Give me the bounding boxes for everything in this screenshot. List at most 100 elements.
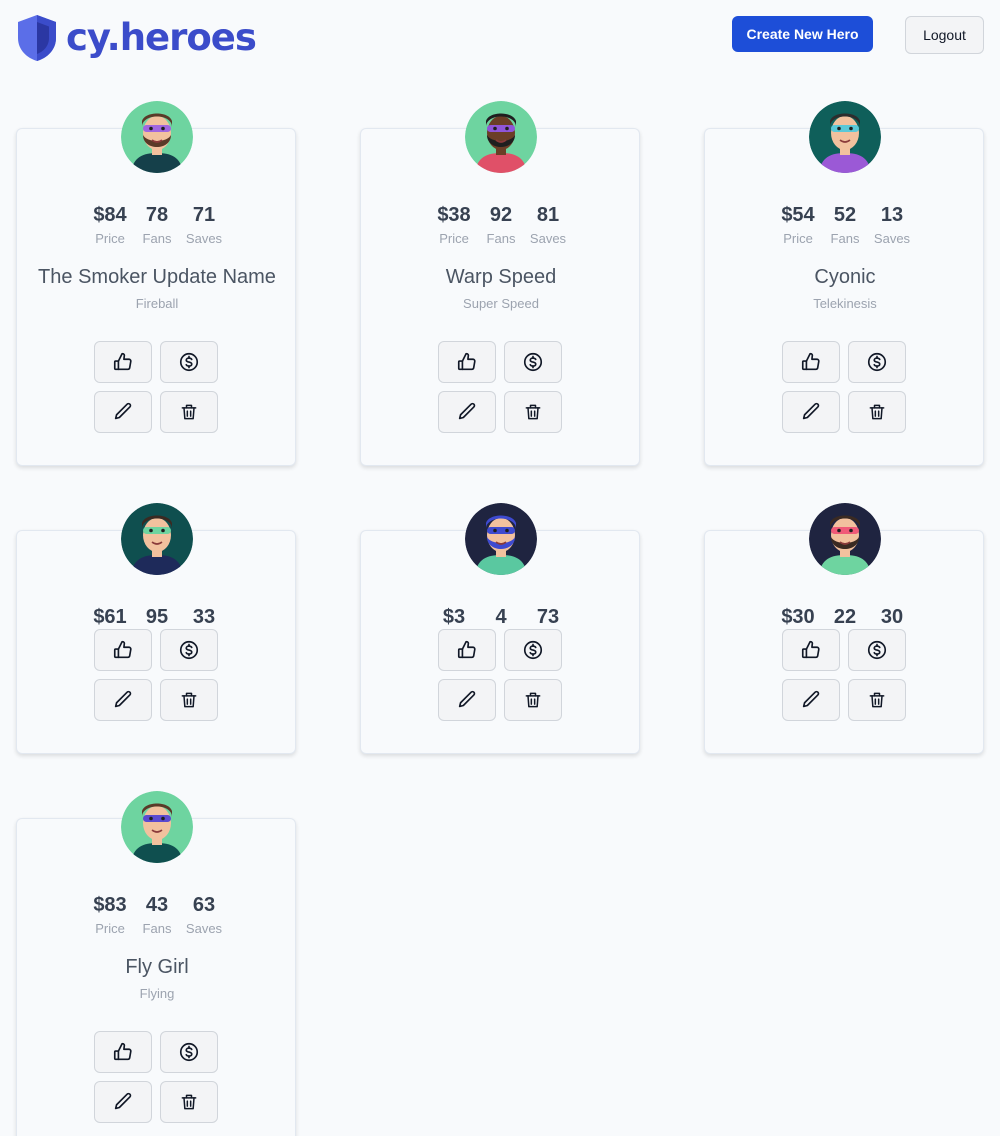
price-stat: $83 Price <box>87 893 134 937</box>
delete-button[interactable] <box>160 679 218 721</box>
hero-card: $3 4 73 <box>360 503 641 754</box>
fans-value: 78 <box>145 204 169 226</box>
hero-power: Fireball <box>135 296 179 311</box>
create-new-hero-button[interactable]: Create New Hero <box>732 16 873 52</box>
saves-value: 71 <box>192 204 216 226</box>
price-stat: $54 Price <box>775 203 822 247</box>
hero-avatar <box>121 101 193 173</box>
header: cy.heroes Create New Hero Logout <box>0 0 1000 80</box>
hero-avatar <box>465 503 537 575</box>
like-button[interactable] <box>438 341 496 383</box>
saves-stat: 81 Saves <box>525 203 572 247</box>
fans-label: Fans <box>486 231 516 246</box>
delete-button[interactable] <box>160 391 218 433</box>
fans-value: 22 <box>833 606 857 628</box>
hero-stats: $61 95 33 <box>17 605 297 629</box>
donate-button[interactable] <box>160 341 218 383</box>
donate-button[interactable] <box>504 629 562 671</box>
price-stat: $84 Price <box>87 203 134 247</box>
price-label: Price <box>95 231 125 246</box>
hero-name: Fly Girl <box>125 956 189 978</box>
delete-button[interactable] <box>504 679 562 721</box>
delete-button[interactable] <box>504 391 562 433</box>
pencil-icon <box>456 401 478 423</box>
hero-stats: $83 Price 43 Fans 63 Saves <box>17 893 297 937</box>
saves-value: 30 <box>880 606 904 628</box>
dollar-icon <box>866 639 888 661</box>
saves-stat: 63 Saves <box>181 893 228 937</box>
price-value: $38 <box>437 204 471 226</box>
thumbs-up-icon <box>112 351 134 373</box>
price-value: $61 <box>93 606 127 628</box>
edit-button[interactable] <box>782 391 840 433</box>
donate-button[interactable] <box>504 341 562 383</box>
like-button[interactable] <box>94 341 152 383</box>
logo[interactable]: cy.heroes <box>16 14 257 62</box>
saves-label: Saves <box>185 231 223 246</box>
donate-button[interactable] <box>160 629 218 671</box>
price-value: $30 <box>781 606 815 628</box>
hero-avatar <box>809 503 881 575</box>
fans-stat: 52 Fans <box>822 203 869 247</box>
hero-name: Warp Speed <box>445 266 557 288</box>
delete-button[interactable] <box>160 1081 218 1123</box>
like-button[interactable] <box>782 341 840 383</box>
fans-value: 4 <box>495 606 507 628</box>
price-label: Price <box>439 231 469 246</box>
like-button[interactable] <box>94 629 152 671</box>
thumbs-up-icon <box>112 639 134 661</box>
saves-stat: 13 Saves <box>869 203 916 247</box>
saves-value: 13 <box>880 204 904 226</box>
donate-button[interactable] <box>160 1031 218 1073</box>
edit-button[interactable] <box>94 679 152 721</box>
pencil-icon <box>456 689 478 711</box>
hero-card: $30 22 30 <box>704 503 984 754</box>
hero-card: $38 Price 92 Fans 81 Saves Warp Speed Su… <box>360 101 641 466</box>
donate-button[interactable] <box>848 629 906 671</box>
delete-button[interactable] <box>848 391 906 433</box>
fans-stat: 4 <box>478 605 525 629</box>
price-label: Price <box>95 921 125 936</box>
fans-stat: 95 <box>134 605 181 629</box>
edit-button[interactable] <box>438 391 496 433</box>
saves-stat: 73 <box>525 605 572 629</box>
hero-power: Super Speed <box>463 296 539 311</box>
fans-stat: 78 Fans <box>134 203 181 247</box>
hero-card: $84 Price 78 Fans 71 Saves The Smoker Up… <box>16 101 296 466</box>
trash-icon <box>867 402 887 422</box>
saves-value: 33 <box>192 606 216 628</box>
dollar-icon <box>178 639 200 661</box>
delete-button[interactable] <box>848 679 906 721</box>
hero-avatar <box>465 101 537 173</box>
thumbs-up-icon <box>112 1041 134 1063</box>
hero-actions <box>782 341 908 433</box>
hero-card: $54 Price 52 Fans 13 Saves Cyonic Teleki… <box>704 101 984 466</box>
dollar-icon <box>178 351 200 373</box>
edit-button[interactable] <box>438 679 496 721</box>
hero-card: $61 95 33 <box>16 503 297 754</box>
pencil-icon <box>112 689 134 711</box>
saves-value: 73 <box>536 606 560 628</box>
edit-button[interactable] <box>782 679 840 721</box>
hero-avatar <box>121 791 193 863</box>
thumbs-up-icon <box>800 351 822 373</box>
edit-button[interactable] <box>94 1081 152 1123</box>
dollar-icon <box>522 639 544 661</box>
like-button[interactable] <box>94 1031 152 1073</box>
pencil-icon <box>112 1091 134 1113</box>
hero-stats: $3 4 73 <box>361 605 641 629</box>
logo-text: cy.heroes <box>66 16 257 59</box>
like-button[interactable] <box>782 629 840 671</box>
trash-icon <box>179 1092 199 1112</box>
fans-stat: 22 <box>822 605 869 629</box>
pencil-icon <box>112 401 134 423</box>
hero-stats: $38 Price 92 Fans 81 Saves <box>361 203 641 247</box>
fans-value: 43 <box>145 894 169 916</box>
hero-name: Cyonic <box>814 266 876 288</box>
logout-button[interactable]: Logout <box>905 16 984 54</box>
price-stat: $61 <box>87 605 134 629</box>
price-value: $83 <box>93 894 127 916</box>
like-button[interactable] <box>438 629 496 671</box>
donate-button[interactable] <box>848 341 906 383</box>
edit-button[interactable] <box>94 391 152 433</box>
